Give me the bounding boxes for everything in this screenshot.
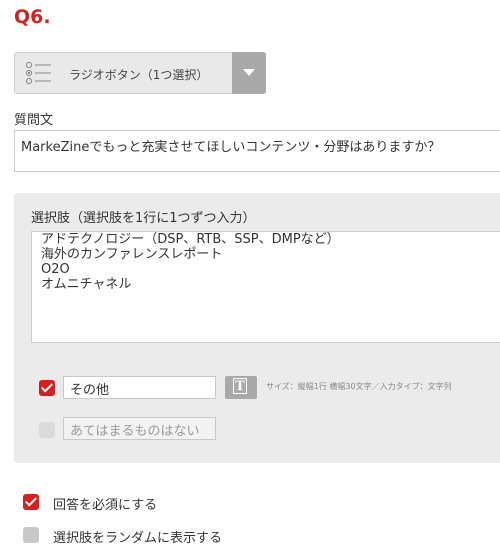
none-input[interactable]: あてはまるものはない [63, 417, 216, 440]
random-checkbox[interactable] [23, 527, 39, 543]
required-label: 回答を必須にする [53, 498, 158, 513]
chevron-down-icon[interactable] [232, 52, 266, 94]
question-number: Q6. [14, 6, 51, 28]
question-text-label: 質問文 [14, 113, 54, 128]
option-line: アドテクノロジー（DSP、RTB、SSP、DMPなど） [41, 232, 340, 247]
other-size-hint: サイズ：縦幅1行 横幅30文字／入力タイプ：文字列 [266, 382, 452, 391]
text-icon: T [233, 378, 247, 394]
none-checkbox[interactable] [39, 422, 55, 438]
option-line: 海外のカンファレンスレポート [41, 247, 223, 262]
text-type-button[interactable]: T [225, 376, 257, 399]
question-type-select[interactable]: ラジオボタン（1つ選択） [14, 52, 266, 94]
option-line: O2O [41, 262, 70, 277]
option-line: オムニチャネル [41, 277, 132, 292]
options-panel: 選択肢（選択肢を1行に1つずつ入力） アドテクノロジー（DSP、RTB、SSP、… [14, 193, 500, 463]
other-input[interactable]: その他 [63, 376, 216, 399]
options-label: 選択肢（選択肢を1行に1つずつ入力） [31, 211, 256, 226]
radio-list-icon [25, 61, 51, 85]
required-checkbox[interactable] [23, 494, 39, 510]
question-text-input[interactable]: MarkeZineでもっと充実させてほしいコンテンツ・分野はありますか？ [14, 130, 500, 172]
options-textarea[interactable]: アドテクノロジー（DSP、RTB、SSP、DMPなど） 海外のカンファレンスレポ… [31, 231, 500, 343]
question-type-label: ラジオボタン（1つ選択） [69, 68, 209, 82]
random-label: 選択肢をランダムに表示する [53, 531, 223, 546]
other-checkbox[interactable] [39, 380, 55, 396]
